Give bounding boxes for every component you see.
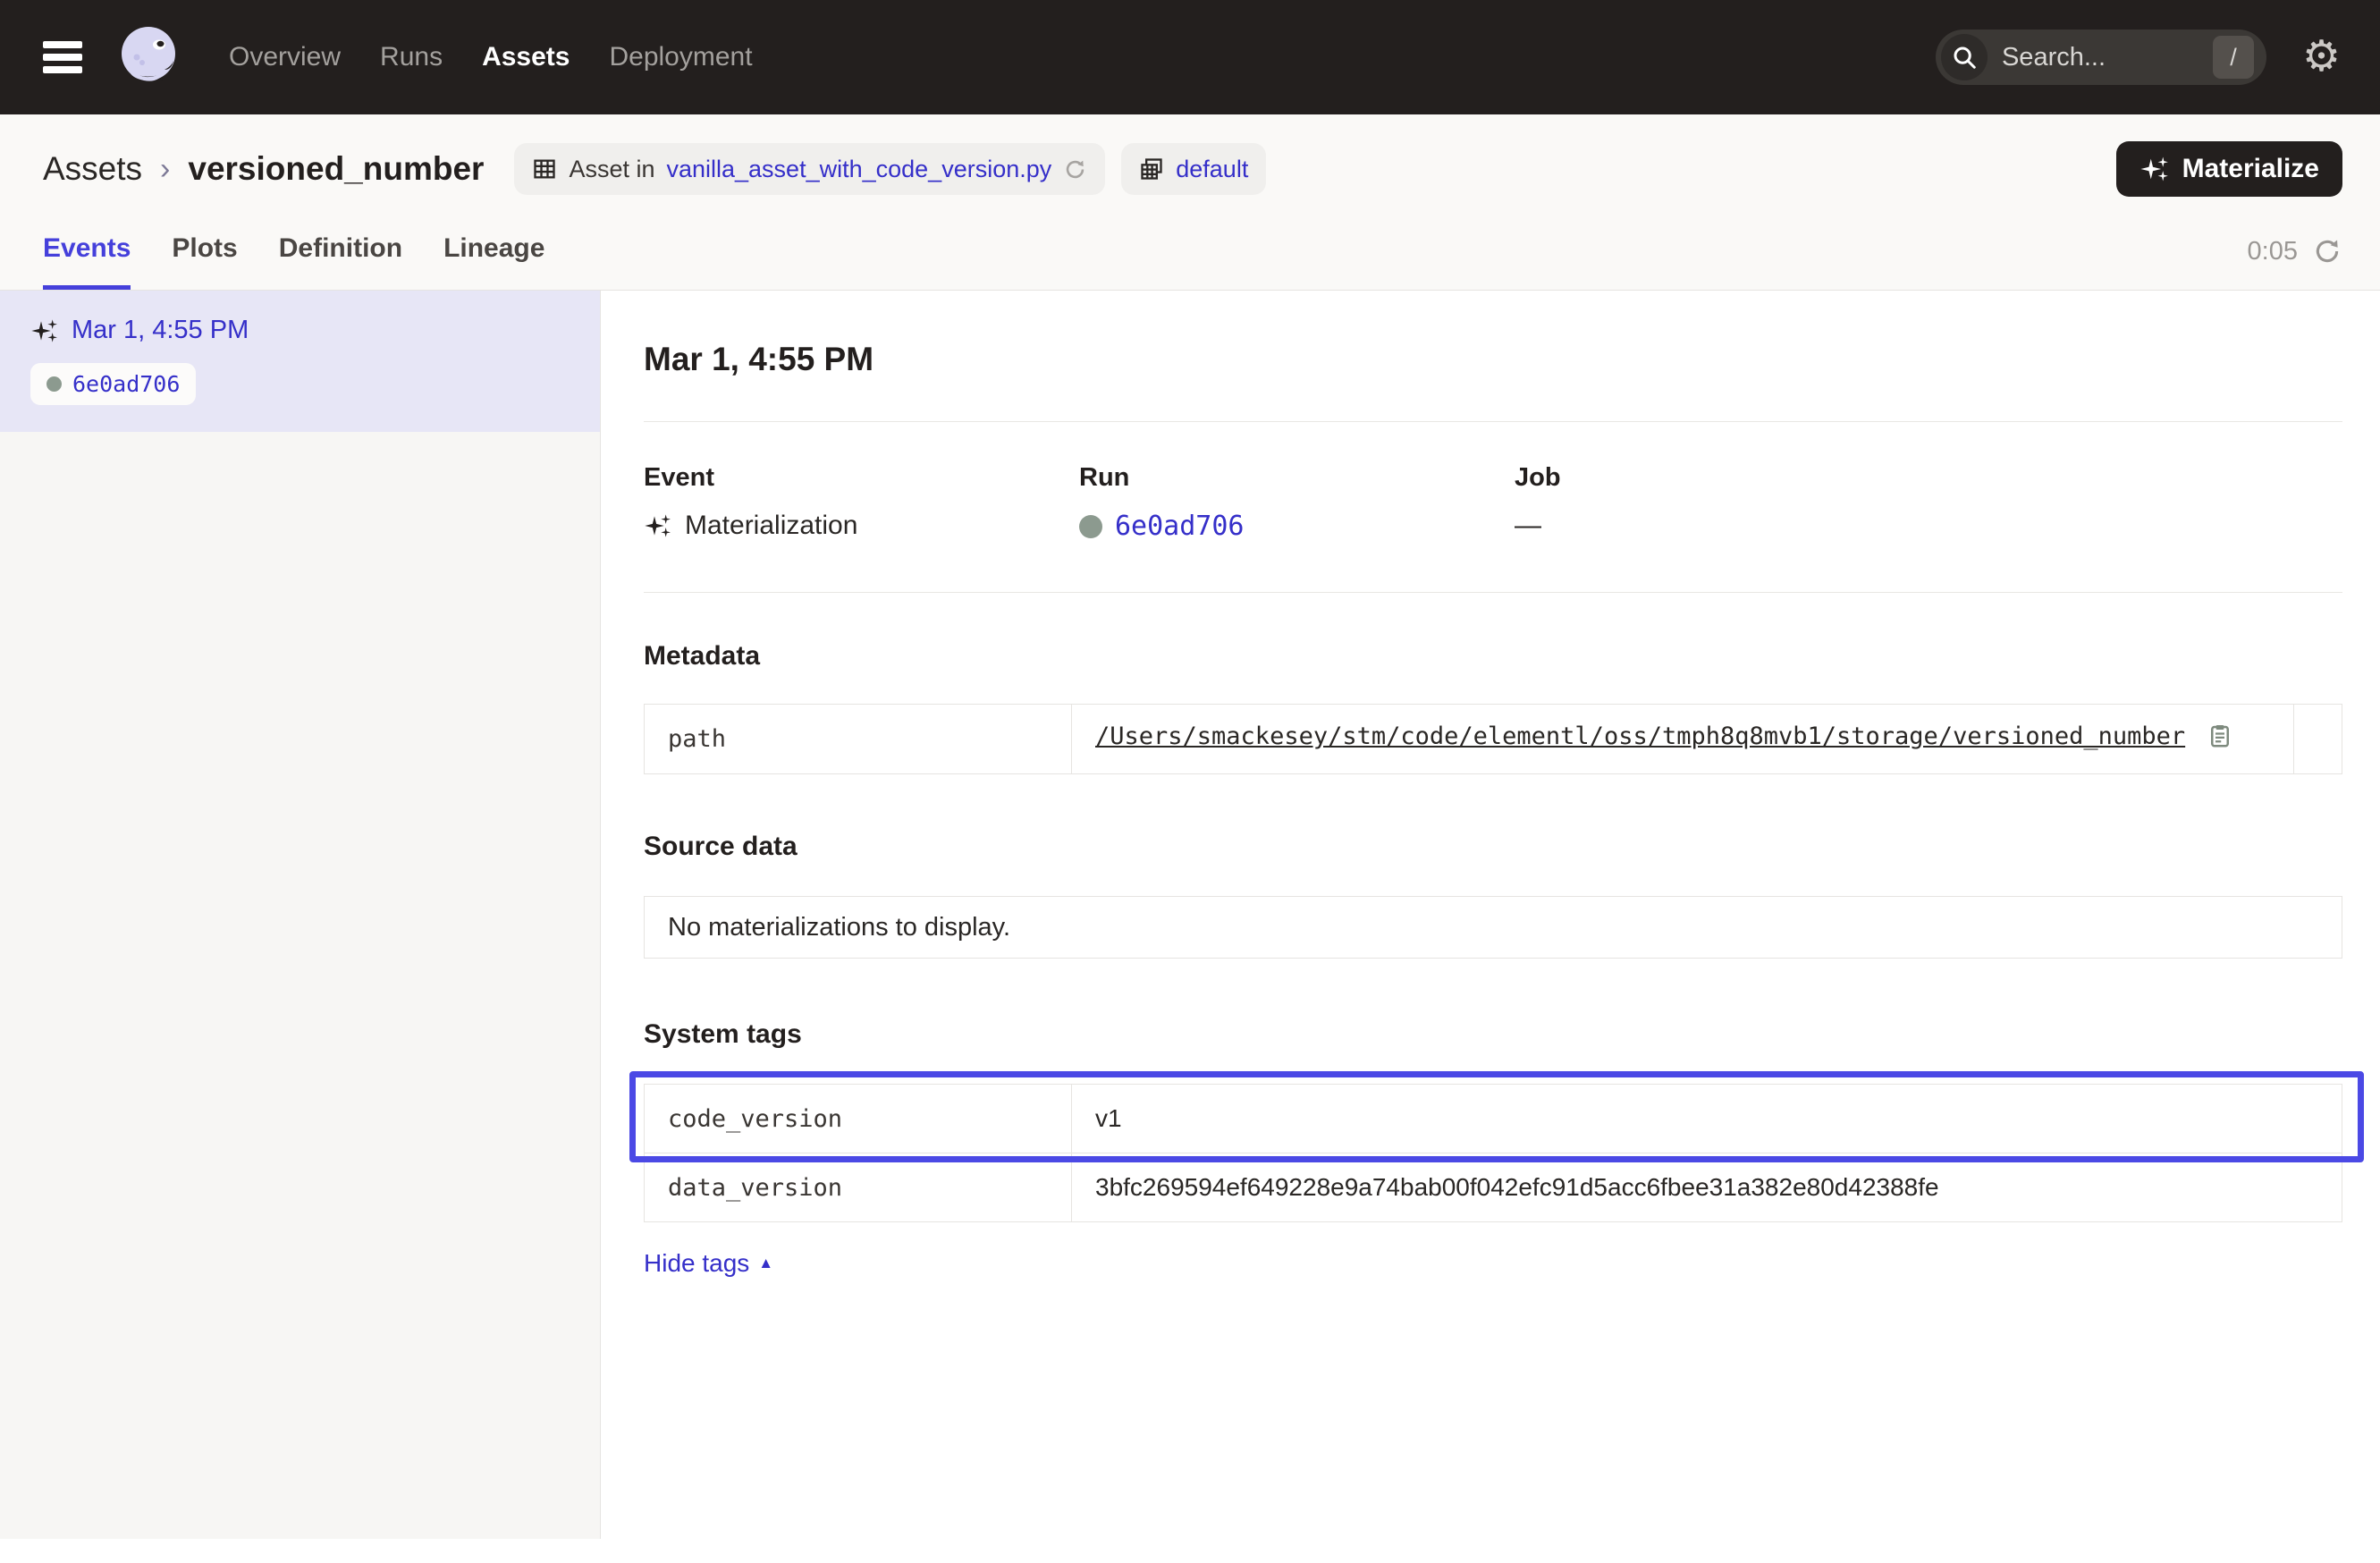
table-stub-cell bbox=[2294, 705, 2342, 774]
run-status-dot bbox=[1079, 515, 1102, 538]
system-tags-heading: System tags bbox=[644, 1019, 2342, 1050]
reload-icon[interactable] bbox=[1063, 157, 1087, 182]
source-data-empty-box: No materializations to display. bbox=[644, 896, 2342, 959]
run-id-badge[interactable]: 6e0ad706 bbox=[30, 363, 196, 405]
source-data-heading: Source data bbox=[644, 832, 2342, 862]
breadcrumb-assets-link[interactable]: Assets bbox=[43, 150, 142, 188]
run-column-header: Run bbox=[1079, 463, 1515, 493]
run-id-link[interactable]: 6e0ad706 bbox=[1115, 511, 1245, 542]
event-summary: Event Materialization Run 6e0ad706 bbox=[644, 463, 2342, 542]
workspace-grid-icon bbox=[1139, 156, 1164, 182]
search-input[interactable]: Search... / bbox=[1936, 30, 2266, 85]
tab-definition[interactable]: Definition bbox=[279, 233, 402, 290]
search-icon bbox=[1941, 34, 1988, 80]
metadata-key: path bbox=[645, 705, 1072, 774]
tab-bar: Events Plots Definition Lineage bbox=[43, 233, 544, 290]
event-detail-panel: Mar 1, 4:55 PM Event Materialization Run bbox=[601, 291, 2380, 1539]
hide-tags-link[interactable]: Hide tags ▲ bbox=[644, 1249, 773, 1278]
tag-key: data_version bbox=[645, 1153, 1072, 1222]
primary-nav: Overview Runs Assets Deployment bbox=[229, 42, 753, 72]
run-id: 6e0ad706 bbox=[72, 371, 180, 397]
path-link[interactable]: /Users/smackesey/stm/code/elementl/oss/t… bbox=[1095, 722, 2185, 750]
dagster-logo-icon[interactable] bbox=[114, 21, 186, 93]
tag-key: code_version bbox=[645, 1085, 1072, 1153]
event-type-value: Materialization bbox=[685, 511, 857, 541]
nav-item-overview[interactable]: Overview bbox=[229, 42, 341, 72]
table-row: path /Users/smackesey/stm/code/elementl/… bbox=[645, 705, 2342, 774]
caret-up-icon: ▲ bbox=[758, 1255, 773, 1272]
tag-value: 3bfc269594ef649228e9a74bab00f042efc91d5a… bbox=[1072, 1153, 2342, 1222]
asset-name: versioned_number bbox=[188, 150, 484, 188]
chevron-right-icon: › bbox=[160, 152, 170, 187]
nav-item-runs[interactable]: Runs bbox=[380, 42, 443, 72]
page-header: Assets › versioned_number Asset in vanil… bbox=[0, 114, 2380, 291]
sparkle-icon bbox=[2139, 154, 2170, 184]
tab-lineage[interactable]: Lineage bbox=[443, 233, 544, 290]
table-row-data-version: data_version 3bfc269594ef649228e9a74bab0… bbox=[645, 1153, 2342, 1222]
system-tags-table: code_version v1 data_version 3bfc269594e… bbox=[644, 1084, 2342, 1222]
event-title: Mar 1, 4:55 PM bbox=[644, 341, 2342, 378]
metadata-heading: Metadata bbox=[644, 641, 2342, 672]
settings-gear-icon[interactable]: ⚙ bbox=[2302, 36, 2341, 79]
refresh-countdown: 0:05 bbox=[2248, 237, 2298, 266]
asset-definition-pill: Asset in vanilla_asset_with_code_version… bbox=[514, 143, 1105, 195]
job-value: — bbox=[1515, 511, 1541, 541]
menu-icon[interactable] bbox=[39, 39, 86, 75]
search-placeholder: Search... bbox=[2002, 43, 2199, 72]
breadcrumb: Assets › versioned_number bbox=[43, 150, 484, 188]
event-timestamp: Mar 1, 4:55 PM bbox=[72, 316, 249, 345]
repo-default-link: default bbox=[1176, 156, 1248, 183]
materialize-label: Materialize bbox=[2182, 154, 2319, 184]
nav-item-deployment[interactable]: Deployment bbox=[609, 42, 752, 72]
hide-tags-label: Hide tags bbox=[644, 1249, 749, 1278]
materialize-button[interactable]: Materialize bbox=[2116, 141, 2342, 197]
table-grid-icon bbox=[532, 156, 557, 182]
event-list-item[interactable]: Mar 1, 4:55 PM 6e0ad706 bbox=[0, 291, 600, 432]
run-status-dot bbox=[46, 376, 62, 392]
tab-plots[interactable]: Plots bbox=[172, 233, 237, 290]
materialization-sparkle-icon bbox=[644, 511, 672, 540]
nav-item-assets[interactable]: Assets bbox=[482, 42, 570, 72]
materialization-sparkle-icon bbox=[30, 317, 59, 345]
event-column-header: Event bbox=[644, 463, 1079, 493]
refresh-icon[interactable] bbox=[2312, 236, 2342, 266]
search-shortcut-key: / bbox=[2213, 36, 2254, 79]
table-row-code-version: code_version v1 bbox=[645, 1085, 2342, 1153]
source-data-empty-text: No materializations to display. bbox=[668, 913, 1010, 942]
divider bbox=[644, 592, 2342, 593]
tag-value: v1 bbox=[1072, 1085, 2342, 1153]
divider bbox=[644, 421, 2342, 422]
top-nav: Overview Runs Assets Deployment Search..… bbox=[0, 0, 2380, 114]
repo-badge[interactable]: default bbox=[1121, 143, 1266, 195]
job-column-header: Job bbox=[1515, 463, 1950, 493]
events-sidebar: Mar 1, 4:55 PM 6e0ad706 bbox=[0, 291, 601, 1539]
asset-file-link[interactable]: vanilla_asset_with_code_version.py bbox=[666, 156, 1051, 183]
metadata-table: path /Users/smackesey/stm/code/elementl/… bbox=[644, 704, 2342, 774]
tab-events[interactable]: Events bbox=[43, 233, 131, 290]
asset-in-label: Asset in bbox=[569, 156, 654, 183]
copy-clipboard-icon[interactable] bbox=[2207, 722, 2233, 756]
